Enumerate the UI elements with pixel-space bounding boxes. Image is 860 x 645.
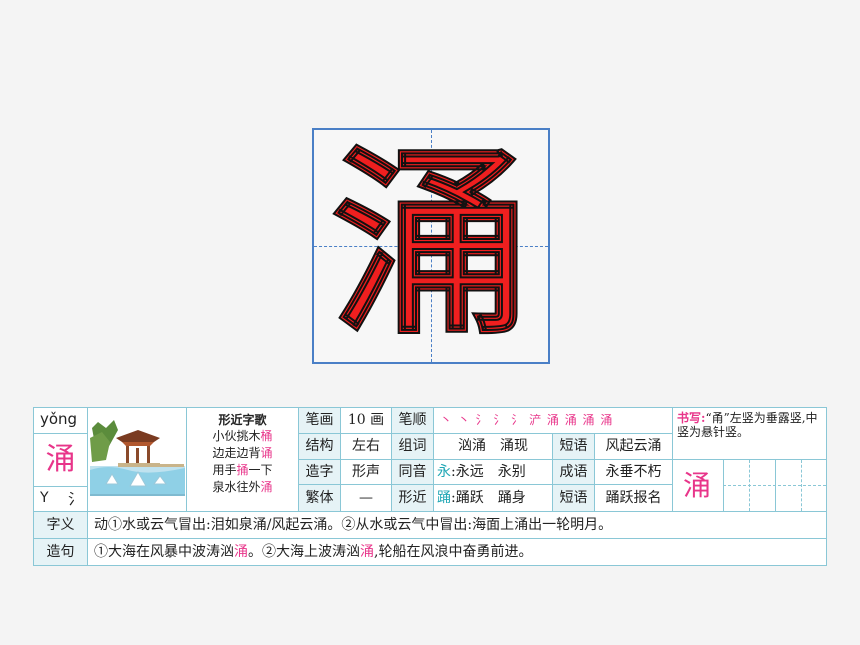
- similar-label: 形近: [391, 484, 433, 511]
- practice-character: 涌: [682, 469, 711, 502]
- radical-label: Y: [40, 490, 49, 506]
- pinyin: yǒng: [40, 410, 78, 428]
- divider: [34, 486, 87, 487]
- character-practice-box: 涌: [312, 128, 550, 364]
- phrase2-value: 踊跃报名: [594, 484, 672, 511]
- card-character: 涌: [45, 442, 76, 477]
- formation-label: 造字: [298, 459, 340, 485]
- phrase1-value: 风起云涌: [594, 433, 672, 459]
- grid-line: [723, 460, 724, 512]
- rhyme-line: 边走边背诵: [187, 445, 298, 462]
- character-info-card: yǒng 涌 Y 氵 形近字歌 小伙挑木桶边走边背诵用手捅一下泉水往外涌: [33, 407, 827, 566]
- highlighted-character: 涌: [234, 544, 248, 560]
- highlighted-character: 捅: [236, 463, 249, 477]
- sentence-text: ①大海在风暴中波涛汹: [94, 544, 234, 560]
- highlighted-character: 涌: [360, 544, 374, 560]
- rhyme-text: 一下: [248, 463, 273, 477]
- highlighted-character: 诵: [260, 446, 273, 460]
- similar-char: 踊: [437, 490, 451, 506]
- highlighted-character: 桶: [260, 429, 273, 443]
- practice-grid: 涌: [672, 459, 826, 512]
- meaning-label: 字义: [34, 511, 87, 538]
- meaning-value: 动①水或云气冒出:泪如泉涌/风起云涌。②从水或云气中冒出:海面上涌出一轮明月。: [87, 511, 826, 538]
- strokes-value: 10 画: [340, 408, 391, 434]
- radical: 氵: [68, 490, 84, 508]
- structure-value: 左右: [340, 433, 391, 459]
- homophone-char: 永: [437, 464, 451, 480]
- example-sentence: ①大海在风暴中波涛汹涌。②大海上波涛汹涌,轮船在风浪中奋勇前进。: [87, 538, 826, 565]
- traditional-label: 繁体: [298, 484, 340, 511]
- rhyme-text: 边走边背: [212, 446, 261, 460]
- writing-note-label: 书写:: [677, 411, 706, 425]
- traditional-value: —: [340, 484, 391, 511]
- structure-label: 结构: [298, 433, 340, 459]
- rhyme-line: 小伙挑木桶: [187, 428, 298, 445]
- rhyme-text: 用手: [212, 463, 237, 477]
- sentence-text: 。②大海上波涛汹: [248, 544, 360, 560]
- rhyme-title: 形近字歌: [218, 413, 267, 427]
- similar-value: 踊:踊跃 踊身: [433, 484, 552, 511]
- writing-note: 书写:“甬”左竖为垂露竖,中竖为悬针竖。: [672, 408, 826, 459]
- formation-value: 形声: [340, 459, 391, 485]
- stroke-order-value: 丶 丶 氵 氵 氵 浐 涌 涌 涌 涌: [433, 408, 672, 434]
- main-character: 涌: [330, 129, 532, 362]
- sentence-label: 造句: [34, 538, 87, 565]
- grid-line: [775, 460, 776, 512]
- rhyme-lines: 小伙挑木桶 边走边背诵 用手捅一下 泉水往外涌: [187, 428, 298, 496]
- rhyme-text: 泉水往外: [212, 480, 261, 494]
- rhyme-text: 小伙挑木: [212, 429, 261, 443]
- divider: [34, 433, 87, 434]
- rhyme-line: 泉水往外涌: [187, 479, 298, 496]
- homophone-value: 永:永远 永别: [433, 459, 552, 485]
- rhyme-section: 形近字歌 小伙挑木桶 边走边背诵 用手捅一下 泉水往外涌: [186, 408, 298, 511]
- strokes-label: 笔画: [298, 408, 340, 434]
- phrase1-label: 短语: [552, 433, 594, 459]
- sentence-text: ,轮船在风浪中奋勇前进。: [374, 544, 533, 560]
- rhyme-line: 用手捅一下: [187, 462, 298, 479]
- similar-words: :踊跃 踊身: [451, 490, 526, 506]
- homophone-label: 同音: [391, 459, 433, 485]
- homophone-words: :永远 永别: [451, 464, 526, 480]
- stroke-order-label: 笔顺: [391, 408, 433, 434]
- idiom-label: 成语: [552, 459, 594, 485]
- words-label: 组词: [391, 433, 433, 459]
- illustration: [87, 408, 186, 511]
- pavilion-pond-illustration: [90, 420, 185, 496]
- phrase2-label: 短语: [552, 484, 594, 511]
- idiom-value: 永垂不朽: [594, 459, 672, 485]
- highlighted-character: 涌: [260, 480, 273, 494]
- words-value: 汹涌 涌现: [433, 433, 552, 459]
- grid-guide: [723, 485, 826, 486]
